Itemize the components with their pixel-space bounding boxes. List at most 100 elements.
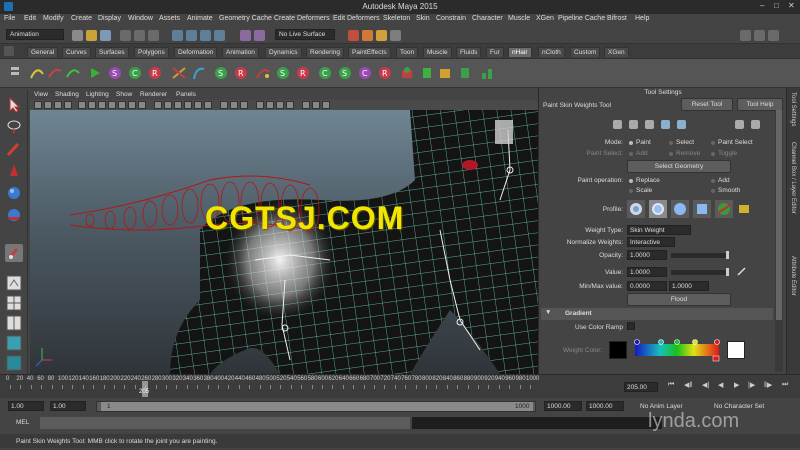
menu-set-dropdown[interactable]: Animation — [6, 29, 64, 40]
mode-select-radio[interactable] — [669, 141, 673, 145]
start-time-field[interactable]: 1.00 — [8, 401, 44, 411]
r-hair-icon[interactable]: R — [234, 65, 248, 81]
shelf-tab-curves[interactable]: Curves — [62, 47, 91, 57]
paint-select-toggle-radio[interactable] — [711, 152, 715, 156]
viewport-menu-show[interactable]: Show — [116, 91, 132, 98]
c-cache-icon[interactable]: C — [128, 65, 142, 81]
go-to-end-icon[interactable]: ⏭ — [782, 381, 788, 389]
screen-space-ao-icon[interactable] — [256, 101, 264, 109]
menu-display[interactable]: Display — [98, 15, 121, 22]
sort-alpha-icon[interactable] — [661, 120, 670, 129]
shelf-options-icon[interactable] — [8, 65, 22, 81]
shelf-tab-nhair[interactable]: nHair — [508, 47, 532, 57]
use-color-ramp-checkbox[interactable] — [627, 322, 635, 330]
reset-tool-button[interactable]: Reset Tool — [681, 98, 733, 111]
hair-curve-red-icon[interactable] — [48, 65, 62, 81]
menu-pipeline-cache[interactable]: Pipeline Cache — [558, 15, 605, 22]
play-forwards-icon[interactable]: ▶ — [734, 381, 739, 389]
motion-blur-icon[interactable] — [266, 101, 274, 109]
paint-select-remove-radio[interactable] — [669, 152, 673, 156]
paint-select-tool-icon[interactable] — [5, 140, 23, 158]
play-icon[interactable] — [88, 65, 102, 81]
hair-cluster-icon[interactable] — [438, 65, 452, 81]
playback-start-field[interactable]: 1.00 — [50, 401, 86, 411]
shelf-tab-custom[interactable]: Custom — [570, 47, 601, 57]
select-component-icon[interactable] — [148, 30, 159, 41]
gradient-section-header[interactable]: ▼ Gradient — [541, 308, 773, 320]
menu-create-deformers[interactable]: Create Deformers — [274, 15, 330, 22]
shadows-icon[interactable] — [204, 101, 212, 109]
s-cache-icon[interactable]: S — [108, 65, 122, 81]
x-ray-components-icon[interactable] — [240, 101, 248, 109]
persp-graph-layout-icon[interactable] — [5, 354, 23, 372]
r-cloth-icon[interactable]: R — [378, 65, 392, 81]
smooth-shade-icon[interactable] — [164, 101, 172, 109]
show-channel-box-icon[interactable] — [768, 30, 779, 41]
weight-color-min-swatch[interactable] — [609, 341, 627, 359]
menu-help[interactable]: Help — [635, 15, 649, 22]
s-hair-icon[interactable]: S — [214, 65, 228, 81]
two-pane-layout-icon[interactable] — [5, 314, 23, 332]
snap-view-plane-icon[interactable] — [214, 30, 225, 41]
influence-hold-icon[interactable] — [645, 120, 654, 129]
paint-skin-weights-tool-icon[interactable] — [5, 244, 23, 262]
r-cache-icon[interactable]: R — [148, 65, 162, 81]
menu-geometry-cache[interactable]: Geometry Cache — [219, 15, 272, 22]
time-slider[interactable]: 0 20 40 60 80 100 120 140 160 180 200 220 240 260 280 3… — [0, 374, 800, 398]
panel-scrollbar-thumb[interactable] — [776, 110, 782, 320]
grid-toggle-icon[interactable] — [78, 101, 86, 109]
sidebar-tab-attribute-editor[interactable]: Attribute Editor — [790, 256, 796, 296]
shelf-tab-surfaces[interactable]: Surfaces — [95, 47, 129, 57]
weight-type-dropdown[interactable]: Skin Weight — [627, 225, 691, 235]
shelf-tab-general[interactable]: General — [27, 47, 59, 57]
normalize-weights-dropdown[interactable]: Interactive — [627, 237, 675, 247]
paint-select-add-radio[interactable] — [629, 152, 633, 156]
sidebar-tab-tool-settings[interactable]: Tool Settings — [790, 92, 796, 126]
step-back-key-icon[interactable]: ◀| — [702, 381, 709, 389]
shelf-tab-deformation[interactable]: Deformation — [174, 47, 218, 57]
menu-edit[interactable]: Edit — [24, 15, 36, 22]
panel-scrollbar[interactable] — [775, 110, 783, 372]
four-pane-layout-icon[interactable] — [5, 294, 23, 312]
perspective-viewport[interactable] — [30, 110, 538, 374]
menu-assets[interactable]: Assets — [159, 15, 180, 22]
shelf-menu-icon[interactable] — [4, 46, 14, 56]
shelf-tab-rendering[interactable]: Rendering — [306, 47, 344, 57]
image-plane-icon[interactable] — [64, 101, 72, 109]
c-cloth-icon[interactable]: C — [358, 65, 372, 81]
passive-collider-icon[interactable] — [480, 65, 494, 81]
menu-skin[interactable]: Skin — [416, 15, 430, 22]
camera-select-icon[interactable] — [34, 101, 42, 109]
play-backwards-icon[interactable]: ◀ — [718, 381, 723, 389]
character-set-dropdown[interactable]: No Character Set — [714, 403, 764, 410]
weight-color-ramp[interactable] — [633, 338, 721, 362]
close-icon[interactable]: ✕ — [788, 1, 795, 10]
save-scene-icon[interactable] — [100, 30, 111, 41]
max-value-field[interactable]: 1.0000 — [669, 281, 709, 291]
minimize-icon[interactable]: – — [760, 1, 764, 10]
isolate-select-icon[interactable] — [302, 101, 310, 109]
mel-label[interactable]: MEL — [16, 419, 29, 426]
step-forward-key-icon[interactable]: |▶ — [748, 381, 755, 389]
safe-action-icon[interactable] — [128, 101, 136, 109]
menu-constrain[interactable]: Constrain — [436, 15, 466, 22]
end-time-field[interactable]: 1000.00 — [586, 401, 624, 411]
menu-xgen[interactable]: XGen — [536, 15, 554, 22]
influence-copy-icon[interactable] — [613, 120, 622, 129]
lasso-tool-icon[interactable] — [5, 118, 23, 136]
tree-view-icon[interactable] — [751, 120, 760, 129]
ipr-render-icon[interactable] — [376, 30, 387, 41]
influence-paste-icon[interactable] — [629, 120, 638, 129]
playback-end-field[interactable]: 1000.00 — [544, 401, 582, 411]
safe-title-icon[interactable] — [138, 101, 146, 109]
list-view-icon[interactable] — [735, 120, 744, 129]
x-ray-icon[interactable] — [220, 101, 228, 109]
command-input[interactable] — [40, 417, 410, 429]
current-frame-field[interactable]: 205.00 — [624, 382, 658, 392]
textured-icon[interactable] — [184, 101, 192, 109]
range-slider-bar[interactable]: 1 1000 — [96, 401, 536, 412]
shelf-tab-muscle[interactable]: Muscle — [423, 47, 452, 57]
shelf-tab-animation[interactable]: Animation — [222, 47, 259, 57]
menu-window[interactable]: Window — [128, 15, 153, 22]
shelf-tab-ncloth[interactable]: nCloth — [538, 47, 565, 57]
